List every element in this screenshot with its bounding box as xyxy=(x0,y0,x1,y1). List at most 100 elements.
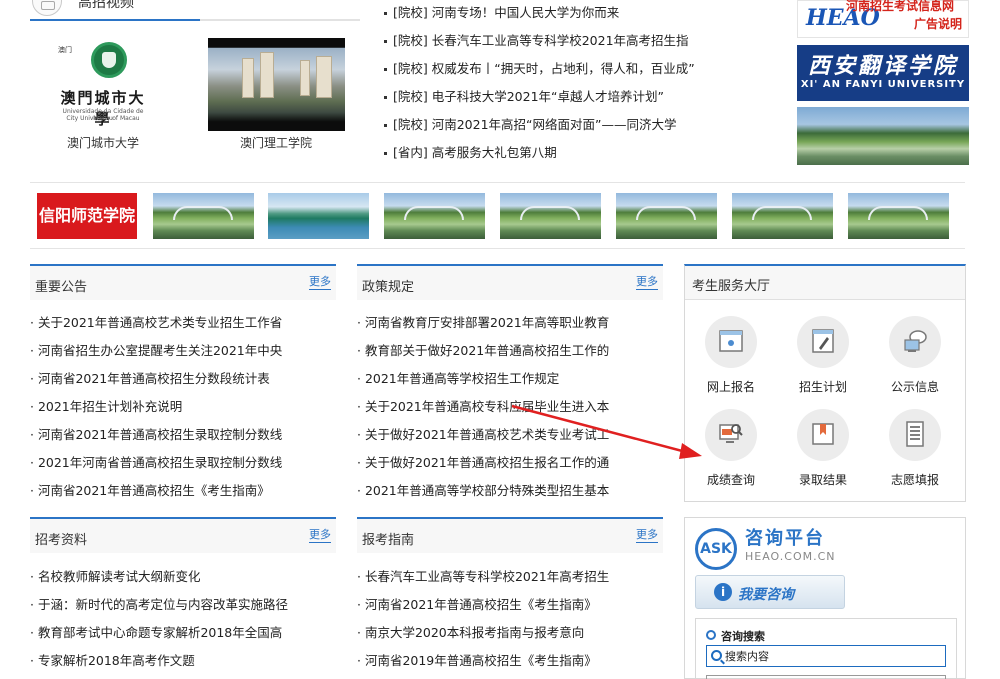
service-score-query[interactable]: 成绩查询 xyxy=(695,409,767,489)
news-item[interactable]: [院校] 河南专场！中国人民大学为你而来 xyxy=(384,2,619,22)
news-item[interactable]: [院校] 长春汽车工业高等专科学校2021年高考招生指 xyxy=(384,30,689,50)
list-item[interactable]: · 河南省2019年普通高校招生《考生指南》 xyxy=(357,650,597,669)
more-link[interactable]: 更多 xyxy=(636,273,658,290)
policy-panel-header: 政策规定 更多 xyxy=(357,264,663,300)
service-admission-result[interactable]: 录取结果 xyxy=(787,409,859,489)
list-item[interactable]: · 于涵：新时代的高考定位与内容改革实施路径 xyxy=(30,594,288,613)
service-online-registration[interactable]: 网上报名 xyxy=(695,316,767,396)
service-label: 成绩查询 xyxy=(706,473,755,487)
speech-bubble-icon xyxy=(889,316,941,368)
service-label: 招生计划 xyxy=(798,380,847,394)
search-icon xyxy=(711,650,722,661)
search-secondary-field[interactable] xyxy=(706,675,946,679)
more-link[interactable]: 更多 xyxy=(309,273,331,290)
consult-search-block: 咨询搜索 xyxy=(695,618,957,679)
xafy-english-name: XI' AN FANYI UNIVERSITY xyxy=(800,79,966,90)
news-item[interactable]: [院校] 权威发布丨“拥天时，占地利，得人和，百业成” xyxy=(384,58,695,78)
list-item[interactable]: · 专家解析2018年高考作文题 xyxy=(30,650,195,669)
list-item[interactable]: · 长春汽车工业高等专科学校2021年高考招生 xyxy=(357,566,609,585)
more-dots-icon[interactable]: ··· xyxy=(342,0,357,7)
news-item[interactable]: [院校] 电子科技大学2021年“卓越人才培养计划” xyxy=(384,86,664,106)
list-item[interactable]: · 河南省招生办公室提醒考生关注2021年中央 xyxy=(30,340,282,359)
list-item[interactable]: · 2021年河南省普通高校招生录取控制分数线 xyxy=(30,452,282,471)
list-item[interactable]: · 关于2021年普通高校专科应届毕业生进入本 xyxy=(357,396,609,415)
banner-photo[interactable] xyxy=(384,193,485,239)
banner-photo[interactable] xyxy=(500,193,601,239)
ad-line-2: 广告说明 xyxy=(913,17,962,31)
news-item[interactable]: [省内] 高考服务大礼包第八期 xyxy=(384,142,557,162)
monitor-icon xyxy=(705,316,757,368)
logo-english-name: City University of Macau xyxy=(66,115,140,122)
consult-search-box[interactable] xyxy=(706,645,946,667)
xafy-ad-banner[interactable]: 西安翻译学院 XI' AN FANYI UNIVERSITY xyxy=(797,45,969,101)
more-link[interactable]: 更多 xyxy=(309,526,331,543)
service-application-filling[interactable]: 志愿填报 xyxy=(879,409,951,489)
divider xyxy=(30,182,965,183)
consult-domain: HEAO.COM.CN xyxy=(745,550,836,563)
university-emblem-icon xyxy=(91,42,127,78)
more-link[interactable]: 更多 xyxy=(636,526,658,543)
list-item[interactable]: · 教育部关于做好2021年普通高校招生工作的 xyxy=(357,340,609,359)
list-item[interactable]: · 河南省2021年普通高校招生《考生指南》 xyxy=(357,594,597,613)
divider xyxy=(30,248,965,249)
park-bridge-ad-photo[interactable] xyxy=(797,107,969,165)
service-label: 公示信息 xyxy=(890,380,939,394)
banner-photo[interactable] xyxy=(732,193,833,239)
search-heading: 咨询搜索 xyxy=(706,628,765,644)
macau-polytechnic-photo[interactable] xyxy=(208,38,345,131)
materials-panel-header: 招考资料 更多 xyxy=(30,517,336,553)
info-icon: i xyxy=(714,583,732,601)
panel-title: 重要公告 xyxy=(35,280,88,295)
xafy-chinese-name: 西安翻译学院 xyxy=(807,53,958,79)
list-item[interactable]: · 关于做好2021年普通高校艺术类专业考试工 xyxy=(357,424,609,443)
list-item[interactable]: · 2021年普通高等学校招生工作规定 xyxy=(357,368,559,387)
list-item[interactable]: · 2021年普通高等学校部分特殊类型招生基本 xyxy=(357,480,609,499)
consult-platform-panel: ASK 咨询平台 HEAO.COM.CN i 我要咨询 咨询搜索 xyxy=(684,517,966,679)
video-icon xyxy=(32,0,62,16)
gallery-card-city-university-macau[interactable]: 澳门 澳門城市大學 Universidade da Cidade de Maca… xyxy=(30,30,176,160)
search-input[interactable] xyxy=(725,648,940,664)
list-item[interactable]: · 河南省2021年普通高校招生录取控制分数线 xyxy=(30,424,282,443)
list-item[interactable]: · 关于2021年普通高校艺术类专业招生工作省 xyxy=(30,312,282,331)
list-item[interactable]: · 河南省教育厅安排部署2021年高等职业教育 xyxy=(357,312,609,331)
banner-photo[interactable] xyxy=(848,193,949,239)
ask-question-button[interactable]: i 我要咨询 xyxy=(695,575,845,609)
list-item[interactable]: · 河南省2021年普通高校招生《考生指南》 xyxy=(30,480,270,499)
service-label: 录取结果 xyxy=(798,473,847,487)
gallery-title[interactable]: 高招视频 xyxy=(78,0,134,12)
list-item[interactable]: · 2021年招生计划补充说明 xyxy=(30,396,182,415)
panel-title: 政策规定 xyxy=(362,280,415,295)
heao-ad-banner[interactable]: HEAO 河南招生考试信息网 广告说明 xyxy=(797,0,969,38)
banner-photo[interactable] xyxy=(153,193,254,239)
list-item[interactable]: · 关于做好2021年普通高校招生报名工作的通 xyxy=(357,452,609,471)
news-item[interactable]: [院校] 河南2021年高招“网络面对面”——同济大学 xyxy=(384,114,677,134)
list-item[interactable]: · 名校教师解读考试大纲新变化 xyxy=(30,566,200,585)
screen-magnifier-icon xyxy=(705,409,757,461)
services-header: 考生服务大厅 xyxy=(685,266,965,300)
service-public-info[interactable]: 公示信息 xyxy=(879,316,951,396)
list-doc-icon xyxy=(889,409,941,461)
gallery-card-caption[interactable]: 澳门城市大学 xyxy=(30,134,176,151)
banner-photo[interactable] xyxy=(268,193,369,239)
service-label: 网上报名 xyxy=(706,380,755,394)
consult-title: 咨询平台 xyxy=(745,528,825,549)
xinyang-normal-university-logo[interactable]: 信阳师范学院 xyxy=(37,193,137,239)
banner-photo[interactable] xyxy=(616,193,717,239)
ad-line-1: 河南招生考试信息网 xyxy=(846,0,955,13)
list-item[interactable]: · 教育部考试中心命题专家解析2018年全国高 xyxy=(30,622,282,641)
ask-button-label: 我要咨询 xyxy=(738,587,794,603)
video-gallery-header: 高招视频 ··· xyxy=(30,0,360,22)
logo-tag: 澳门 xyxy=(58,46,72,54)
bookmark-doc-icon xyxy=(797,409,849,461)
ask-logo-icon: ASK xyxy=(695,528,737,570)
gallery-header-underline xyxy=(30,19,360,21)
list-item[interactable]: · 南京大学2020本科报考指南与报考意向 xyxy=(357,622,584,641)
gallery-card-caption[interactable]: 澳门理工学院 xyxy=(176,134,376,151)
panel-title: 考生服务大厅 xyxy=(692,279,771,294)
city-university-macau-logo: 澳门 澳門城市大學 Universidade da Cidade de Maca… xyxy=(58,42,148,128)
list-item[interactable]: · 河南省2021年普通高校招生分数段统计表 xyxy=(30,368,270,387)
pen-doc-icon xyxy=(797,316,849,368)
panel-title: 报考指南 xyxy=(362,533,415,548)
panel-title: 招考资料 xyxy=(35,533,88,548)
service-enrollment-plan[interactable]: 招生计划 xyxy=(787,316,859,396)
